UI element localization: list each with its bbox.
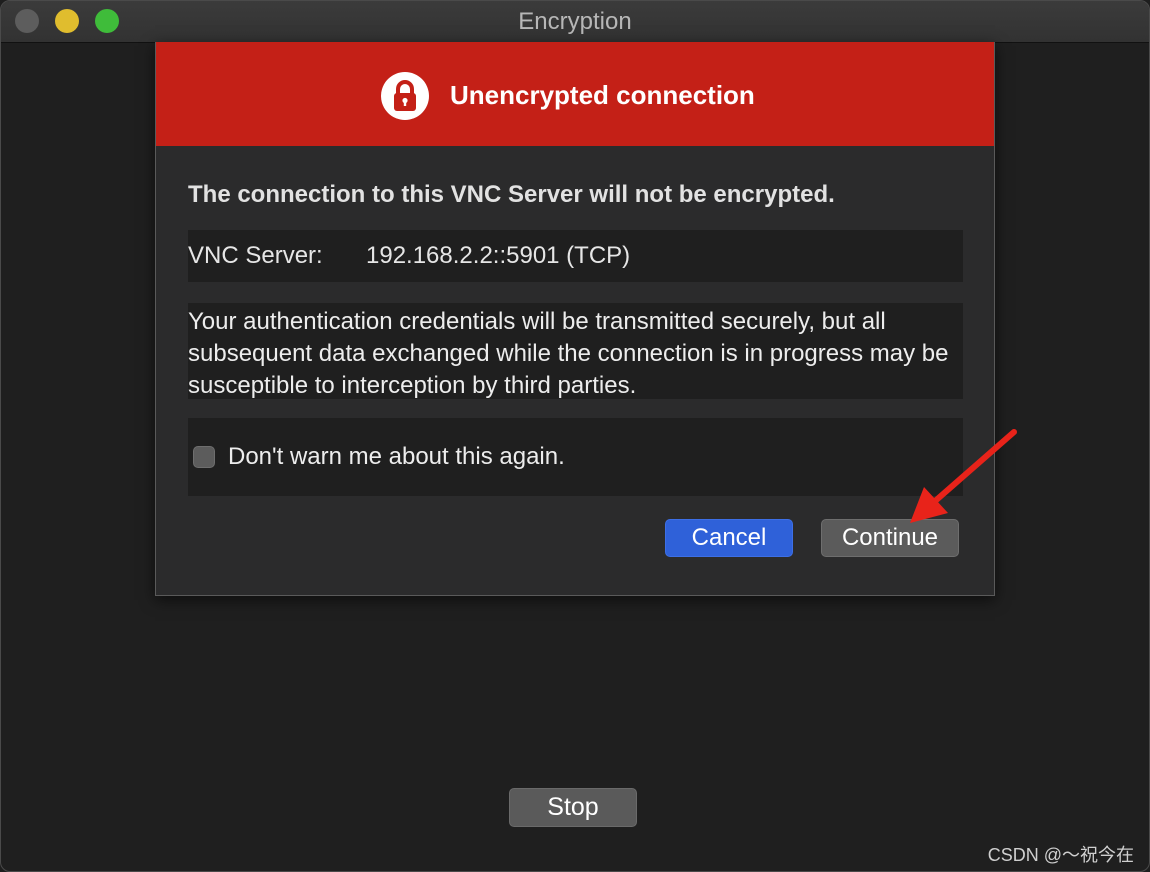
lock-icon — [381, 72, 429, 120]
dont-warn-label[interactable]: Don't warn me about this again. — [228, 443, 565, 471]
dont-warn-option: Don't warn me about this again. — [188, 418, 963, 496]
server-address: 192.168.2.2::5901 (TCP) — [366, 242, 631, 269]
cancel-button[interactable]: Cancel — [665, 519, 793, 557]
server-label: VNC Server: — [188, 242, 323, 269]
stop-button[interactable]: Stop — [509, 788, 637, 827]
server-info-panel: VNC Server: 192.168.2.2::5901 (TCP) — [188, 230, 963, 282]
dont-warn-checkbox[interactable] — [193, 446, 215, 468]
description-text: Your authentication credentials will be … — [188, 308, 949, 399]
warning-banner: Unencrypted connection — [156, 42, 994, 146]
banner-title: Unencrypted connection — [450, 80, 755, 110]
red-arrow-icon — [910, 429, 1017, 523]
dialog-heading: The connection to this VNC Server will n… — [188, 181, 835, 208]
watermark: CSDN @～祝今在 — [987, 845, 1134, 865]
encryption-dialog: Unencrypted connection The connection to… — [155, 42, 995, 596]
description-panel: Your authentication credentials will be … — [188, 303, 963, 399]
title-bar: Encryption — [1, 1, 1149, 43]
window-title: Encryption — [518, 8, 632, 35]
